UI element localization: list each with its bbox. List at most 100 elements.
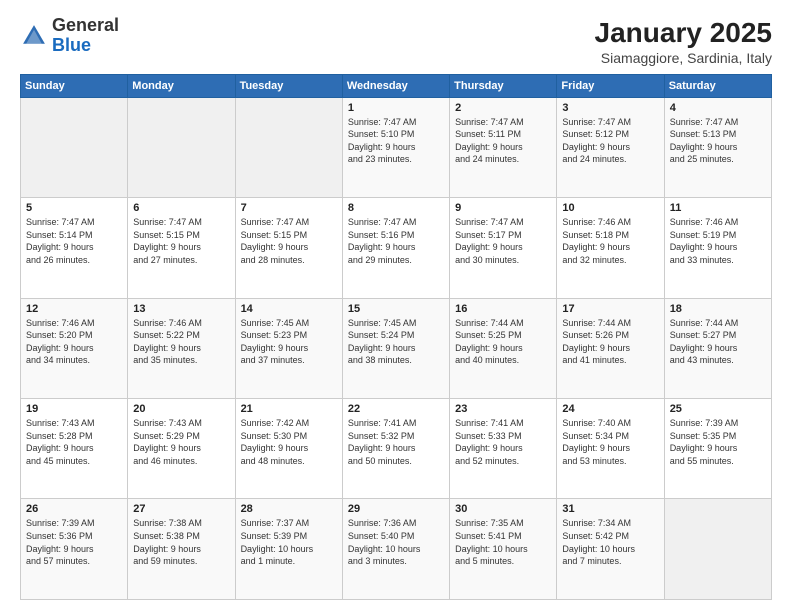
day-number: 21 [241,403,337,415]
day-number: 5 [26,202,122,214]
table-row: 16Sunrise: 7:44 AM Sunset: 5:25 PM Dayli… [450,298,557,398]
day-number: 22 [348,403,444,415]
day-number: 19 [26,403,122,415]
table-row: 3 Sunrise: 7:47 AM Sunset: 5:12 PM Daylig… [557,97,664,197]
table-row: 15Sunrise: 7:45 AM Sunset: 5:24 PM Dayli… [342,298,449,398]
header-saturday: Saturday [664,74,771,97]
day-number: 30 [455,503,551,515]
day-info: Sunrise: 7:47 AM Sunset: 5:11 PM Dayligh… [455,116,551,166]
day-number: 18 [670,303,766,315]
page: General Blue January 2025 Siamaggiore, S… [0,0,792,612]
day-info: Sunrise: 7:42 AM Sunset: 5:30 PM Dayligh… [241,417,337,467]
calendar-week-row: 1 Sunrise: 7:47 AM Sunset: 5:10 PM Daylig… [21,97,772,197]
table-row: 20 Sunrise: 7:43 AM Sunset: 5:29 PM Dayli… [128,399,235,499]
table-row: 14 Sunrise: 7:45 AM Sunset: 5:23 PM Dayli… [235,298,342,398]
day-number: 16 [455,303,551,315]
day-number: 14 [241,303,337,315]
day-info: Sunrise: 7:44 AM Sunset: 5:26 PM Dayligh… [562,317,658,367]
day-number: 10 [562,202,658,214]
day-info: Sunrise: 7:43 AM Sunset: 5:29 PM Dayligh… [133,417,229,467]
day-info: Sunrise: 7:47 AM Sunset: 5:12 PM Dayligh… [562,116,658,166]
table-row: 8 Sunrise: 7:47 AM Sunset: 5:16 PM Daylig… [342,198,449,298]
day-info: Sunrise: 7:45 AM Sunset: 5:23 PM Dayligh… [241,317,337,367]
logo-blue-text: Blue [52,35,91,55]
header-monday: Monday [128,74,235,97]
table-row: 2 Sunrise: 7:47 AM Sunset: 5:11 PM Daylig… [450,97,557,197]
day-number: 31 [562,503,658,515]
table-row: 26 Sunrise: 7:39 AM Sunset: 5:36 PM Dayli… [21,499,128,600]
day-number: 29 [348,503,444,515]
table-row: 30 Sunrise: 7:35 AM Sunset: 5:41 PM Dayli… [450,499,557,600]
calendar-week-row: 26 Sunrise: 7:39 AM Sunset: 5:36 PM Dayli… [21,499,772,600]
day-number: 25 [670,403,766,415]
table-row [235,97,342,197]
day-number: 1 [348,102,444,114]
day-info: Sunrise: 7:41 AM Sunset: 5:32 PM Dayligh… [348,417,444,467]
day-info: Sunrise: 7:47 AM Sunset: 5:14 PM Dayligh… [26,216,122,266]
table-row: 23 Sunrise: 7:41 AM Sunset: 5:33 PM Dayli… [450,399,557,499]
day-number: 24 [562,403,658,415]
calendar-title: January 2025 [595,16,772,50]
header-thursday: Thursday [450,74,557,97]
day-number: 3 [562,102,658,114]
table-row: 13 Sunrise: 7:46 AM Sunset: 5:22 PM Dayli… [128,298,235,398]
logo: General Blue [20,16,119,56]
day-info: Sunrise: 7:47 AM Sunset: 5:15 PM Dayligh… [133,216,229,266]
day-info: Sunrise: 7:46 AM Sunset: 5:22 PM Dayligh… [133,317,229,367]
header-sunday: Sunday [21,74,128,97]
day-number: 8 [348,202,444,214]
day-info: Sunrise: 7:46 AM Sunset: 5:19 PM Dayligh… [670,216,766,266]
day-info: Sunrise: 7:38 AM Sunset: 5:38 PM Dayligh… [133,517,229,567]
header-friday: Friday [557,74,664,97]
table-row: 18Sunrise: 7:44 AM Sunset: 5:27 PM Dayli… [664,298,771,398]
table-row: 28 Sunrise: 7:37 AM Sunset: 5:39 PM Dayli… [235,499,342,600]
logo-text: General Blue [52,16,119,56]
table-row: 17 Sunrise: 7:44 AM Sunset: 5:26 PM Dayli… [557,298,664,398]
day-number: 13 [133,303,229,315]
day-number: 17 [562,303,658,315]
header-tuesday: Tuesday [235,74,342,97]
day-info: Sunrise: 7:47 AM Sunset: 5:16 PM Dayligh… [348,216,444,266]
table-row: 11Sunrise: 7:46 AM Sunset: 5:19 PM Dayli… [664,198,771,298]
header-wednesday: Wednesday [342,74,449,97]
table-row: 29 Sunrise: 7:36 AM Sunset: 5:40 PM Dayli… [342,499,449,600]
day-info: Sunrise: 7:47 AM Sunset: 5:17 PM Dayligh… [455,216,551,266]
table-row: 22 Sunrise: 7:41 AM Sunset: 5:32 PM Dayli… [342,399,449,499]
table-row [128,97,235,197]
day-info: Sunrise: 7:41 AM Sunset: 5:33 PM Dayligh… [455,417,551,467]
day-number: 4 [670,102,766,114]
table-row: 24Sunrise: 7:40 AM Sunset: 5:34 PM Dayli… [557,399,664,499]
day-info: Sunrise: 7:46 AM Sunset: 5:18 PM Dayligh… [562,216,658,266]
day-number: 7 [241,202,337,214]
table-row: 4Sunrise: 7:47 AM Sunset: 5:13 PM Daylig… [664,97,771,197]
logo-general-text: General [52,15,119,35]
day-number: 20 [133,403,229,415]
day-number: 26 [26,503,122,515]
day-number: 9 [455,202,551,214]
header: General Blue January 2025 Siamaggiore, S… [20,16,772,66]
weekday-header-row: Sunday Monday Tuesday Wednesday Thursday… [21,74,772,97]
day-info: Sunrise: 7:37 AM Sunset: 5:39 PM Dayligh… [241,517,337,567]
day-info: Sunrise: 7:35 AM Sunset: 5:41 PM Dayligh… [455,517,551,567]
day-info: Sunrise: 7:47 AM Sunset: 5:10 PM Dayligh… [348,116,444,166]
table-row [664,499,771,600]
table-row [21,97,128,197]
table-row: 9 Sunrise: 7:47 AM Sunset: 5:17 PM Daylig… [450,198,557,298]
table-row: 1 Sunrise: 7:47 AM Sunset: 5:10 PM Daylig… [342,97,449,197]
table-row: 19 Sunrise: 7:43 AM Sunset: 5:28 PM Dayli… [21,399,128,499]
day-info: Sunrise: 7:36 AM Sunset: 5:40 PM Dayligh… [348,517,444,567]
day-number: 28 [241,503,337,515]
day-info: Sunrise: 7:34 AM Sunset: 5:42 PM Dayligh… [562,517,658,567]
day-info: Sunrise: 7:46 AM Sunset: 5:20 PM Dayligh… [26,317,122,367]
title-block: January 2025 Siamaggiore, Sardinia, Ital… [595,16,772,66]
calendar-week-row: 12 Sunrise: 7:46 AM Sunset: 5:20 PM Dayli… [21,298,772,398]
day-number: 23 [455,403,551,415]
day-number: 2 [455,102,551,114]
day-info: Sunrise: 7:45 AM Sunset: 5:24 PM Dayligh… [348,317,444,367]
day-info: Sunrise: 7:43 AM Sunset: 5:28 PM Dayligh… [26,417,122,467]
day-info: Sunrise: 7:47 AM Sunset: 5:15 PM Dayligh… [241,216,337,266]
table-row: 27Sunrise: 7:38 AM Sunset: 5:38 PM Dayli… [128,499,235,600]
table-row: 6Sunrise: 7:47 AM Sunset: 5:15 PM Daylig… [128,198,235,298]
day-number: 12 [26,303,122,315]
day-info: Sunrise: 7:39 AM Sunset: 5:36 PM Dayligh… [26,517,122,567]
